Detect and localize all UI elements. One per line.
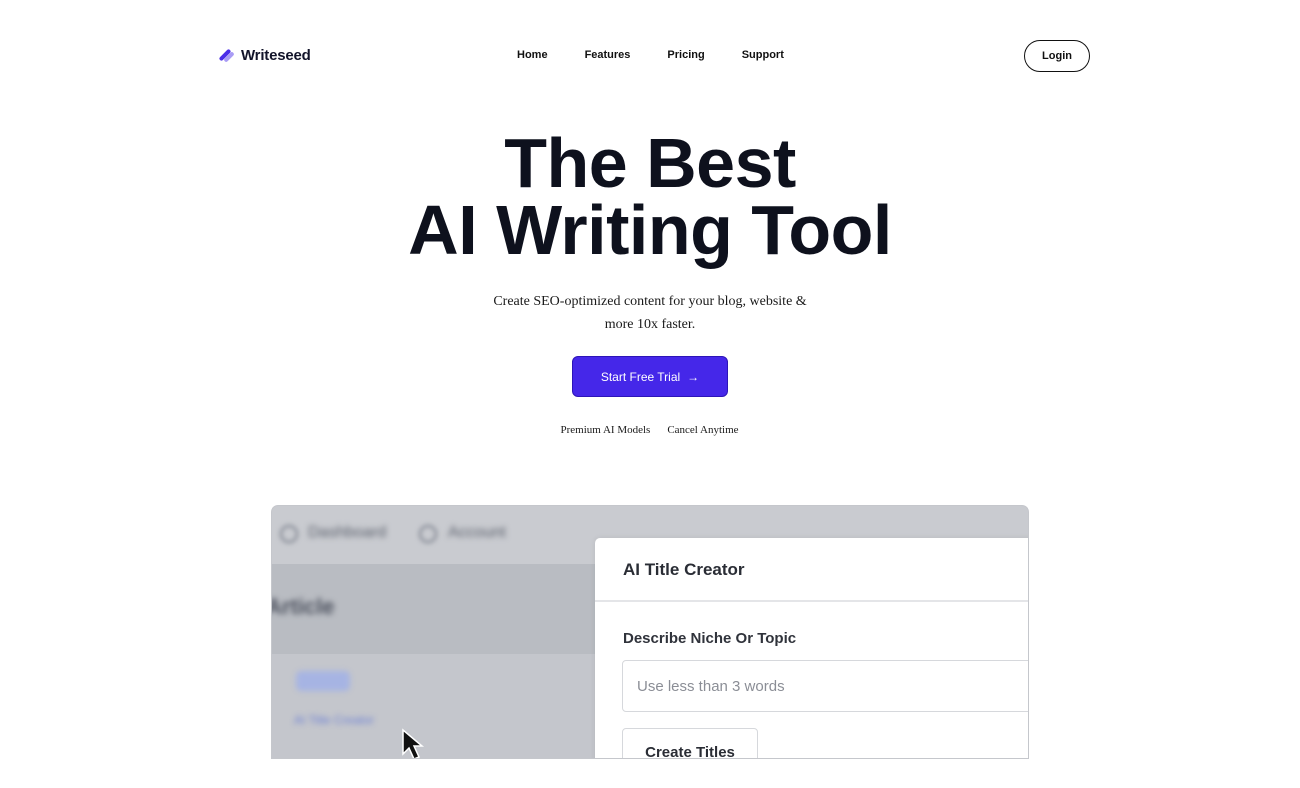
create-titles-button[interactable]: Create Titles <box>622 728 758 758</box>
mouse-cursor-icon <box>402 728 425 758</box>
blurred-link: AI Title Creator <box>294 713 375 727</box>
nav-support-link[interactable]: Support <box>742 48 784 62</box>
dashboard-icon <box>280 525 298 543</box>
product-preview: Dashboard Account Article AI Title Creat… <box>271 505 1029 759</box>
hero-title: The Best AI Writing Tool <box>0 124 1300 269</box>
feature-item: Cancel Anytime <box>667 424 739 436</box>
blurred-step-pill <box>296 671 350 691</box>
account-icon <box>419 525 437 543</box>
main-nav: Home Features Pricing Support <box>517 48 784 62</box>
login-button[interactable]: Login <box>1024 40 1090 72</box>
nav-home-link[interactable]: Home <box>517 48 548 62</box>
nav-features-link[interactable]: Features <box>585 48 631 62</box>
blurred-nav-dashboard: Dashboard <box>308 524 387 541</box>
brand-name: Writeseed <box>241 46 311 64</box>
nav-pricing-link[interactable]: Pricing <box>667 48 704 62</box>
niche-topic-input[interactable]: Use less than 3 words <box>622 660 1028 712</box>
feature-item: Premium AI Models <box>560 424 651 436</box>
brand-logo[interactable]: Writeseed <box>217 46 311 64</box>
niche-field-label: Describe Niche Or Topic <box>623 630 797 647</box>
panel-divider <box>595 600 1028 602</box>
logo-icon <box>217 46 235 64</box>
hero-subtitle: Create SEO-optimized content for your bl… <box>493 294 807 332</box>
hero-title-line1: The Best <box>504 124 796 202</box>
hero-title-line2: AI Writing Tool <box>408 191 892 269</box>
ai-title-creator-panel: AI Title Creator Describe Niche Or Topic… <box>595 538 1028 758</box>
blurred-nav-account: Account <box>448 524 506 541</box>
cta-label: Start Free Trial <box>600 369 681 384</box>
arrow-right-icon: → <box>687 369 700 384</box>
start-free-trial-button[interactable]: Start Free Trial → <box>572 356 728 397</box>
panel-title: AI Title Creator <box>623 560 745 579</box>
feature-list: Premium AI Models Cancel Anytime <box>0 424 1300 436</box>
blurred-heading: Article <box>271 594 335 619</box>
